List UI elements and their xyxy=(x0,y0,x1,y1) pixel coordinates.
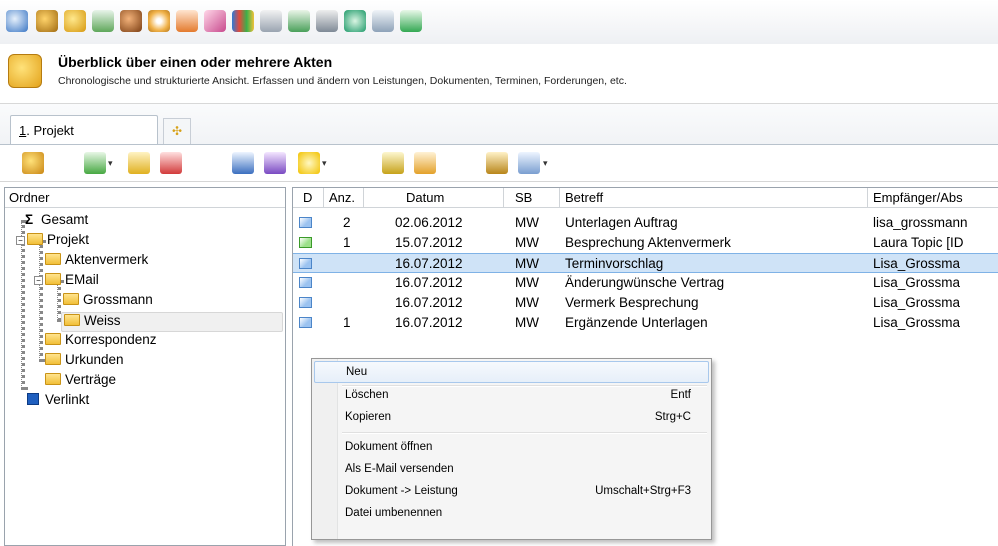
table-row-selected[interactable]: 16.07.2012 MW Terminvorschlag Lisa_Gross… xyxy=(293,253,998,273)
report-icon[interactable] xyxy=(288,10,310,32)
menu-item-dokument-oeffnen[interactable]: Dokument öffnen xyxy=(314,437,709,459)
tree-header: Ordner xyxy=(5,188,285,208)
notes-icon[interactable] xyxy=(176,10,198,32)
folder-icon xyxy=(63,293,79,305)
column-header-d[interactable]: D xyxy=(303,190,312,205)
tree-node-verlinkt[interactable]: Verlinkt xyxy=(27,392,89,412)
email-icon xyxy=(299,258,312,269)
template-icon[interactable] xyxy=(518,152,540,174)
column-header-datum[interactable]: Datum xyxy=(406,190,444,205)
users-icon[interactable] xyxy=(120,10,142,32)
table-header: D Anz. Datum SB Betreff Empfänger/Abs xyxy=(293,188,998,208)
folder-open-icon xyxy=(8,54,42,88)
finance-icon[interactable] xyxy=(204,10,226,32)
favorite-star-icon[interactable] xyxy=(298,152,320,174)
find-icon[interactable] xyxy=(232,152,254,174)
page-header: Überblick über einen oder mehrere Akten … xyxy=(0,44,998,104)
sigma-icon: Σ xyxy=(25,212,34,227)
calendar-icon[interactable] xyxy=(92,10,114,32)
text-icon[interactable] xyxy=(400,10,422,32)
tree-node-email[interactable]: − EMail xyxy=(34,272,99,292)
new-document-dropdown-icon[interactable]: ▾ xyxy=(108,158,113,169)
tree-node-aktenvermerk[interactable]: Aktenvermerk xyxy=(45,252,148,272)
chart-note-icon[interactable] xyxy=(414,152,436,174)
tools-icon[interactable] xyxy=(264,152,286,174)
folder-tree: Ordner Σ Gesamt − Projekt Aktenvermerk − EM… xyxy=(4,187,286,546)
delete-document-icon[interactable] xyxy=(160,152,182,174)
page-subtitle: Chronologische und strukturierte Ansicht… xyxy=(58,75,627,87)
template-dropdown-icon[interactable]: ▾ xyxy=(543,158,548,169)
sync-icon[interactable] xyxy=(344,10,366,32)
menu-item-dokument-leistung[interactable]: Dokument -> Leistung Umschalt+Strg+F3 xyxy=(314,481,709,503)
tree-node-grossmann[interactable]: Grossmann xyxy=(63,292,153,312)
tab-bar: 1. Projekt ✣ xyxy=(0,104,998,145)
folder-icon xyxy=(45,333,61,345)
email-icon xyxy=(299,217,312,228)
column-header-sb[interactable]: SB xyxy=(515,190,532,205)
books-icon[interactable] xyxy=(232,10,254,32)
page-title: Überblick über einen oder mehrere Akten xyxy=(58,54,333,70)
menu-item-datei-umbenennen[interactable]: Datei umbenennen xyxy=(314,503,709,525)
tab-projekt[interactable]: 1. Projekt xyxy=(10,115,158,145)
tree-node-gesamt[interactable]: Σ Gesamt xyxy=(25,212,88,232)
folder-icon xyxy=(45,373,61,385)
folder-open-icon[interactable] xyxy=(64,10,86,32)
link-icon xyxy=(27,393,39,405)
menu-item-kopieren[interactable]: Kopieren Strg+C xyxy=(314,407,709,429)
collapse-icon[interactable]: − xyxy=(34,276,43,285)
tree-node-projekt[interactable]: − Projekt xyxy=(16,232,89,252)
email-icon xyxy=(299,297,312,308)
email-icon xyxy=(299,277,312,288)
favorite-dropdown-icon[interactable]: ▾ xyxy=(322,158,327,169)
folder-open-icon xyxy=(64,314,80,326)
email-icon xyxy=(299,317,312,328)
cd-icon[interactable] xyxy=(148,10,170,32)
email-forward-icon xyxy=(299,237,312,248)
balance-icon[interactable] xyxy=(486,152,508,174)
column-header-empfaenger[interactable]: Empfänger/Abs xyxy=(873,190,963,205)
akte-icon[interactable] xyxy=(22,152,44,174)
collapse-icon[interactable]: − xyxy=(16,236,25,245)
table-row[interactable]: 16.07.2012 MW Änderungwünsche Vertrag Li… xyxy=(293,273,998,293)
add-tab-button[interactable]: ✣ xyxy=(163,118,191,145)
menu-item-loeschen[interactable]: Löschen Entf xyxy=(314,385,709,407)
table-row[interactable]: 1 16.07.2012 MW Ergänzende Unterlagen Li… xyxy=(293,313,998,333)
menu-item-email-versenden[interactable]: Als E-Mail versenden xyxy=(314,459,709,481)
folder-icon xyxy=(45,253,61,265)
document-toolbar: ▾ ▾ ▾ xyxy=(0,144,998,182)
table-row[interactable]: 16.07.2012 MW Vermerk Besprechung Lisa_G… xyxy=(293,293,998,313)
tree-node-weiss[interactable]: Weiss xyxy=(61,312,283,332)
chart-icon[interactable] xyxy=(260,10,282,32)
folder-icon xyxy=(45,353,61,365)
table-row[interactable]: 1 15.07.2012 MW Besprechung Aktenvermerk… xyxy=(293,233,998,253)
tab-label: . Projekt xyxy=(26,123,74,138)
edit-document-icon[interactable] xyxy=(128,152,150,174)
menu-item-neu[interactable]: Neu xyxy=(314,361,709,383)
calculator-icon[interactable] xyxy=(372,10,394,32)
contacts-icon[interactable] xyxy=(36,10,58,32)
folder-icon xyxy=(45,273,61,285)
court-icon[interactable] xyxy=(316,10,338,32)
table-row[interactable]: 2 02.06.2012 MW Unterlagen Auftrag lisa_… xyxy=(293,213,998,233)
note-icon[interactable] xyxy=(382,152,404,174)
column-header-anz[interactable]: Anz. xyxy=(329,190,355,205)
new-document-icon[interactable] xyxy=(84,152,106,174)
tree-node-vertraege[interactable]: Verträge xyxy=(45,372,116,392)
tree-node-urkunden[interactable]: Urkunden xyxy=(45,352,124,372)
search-icon[interactable] xyxy=(6,10,28,32)
folder-icon xyxy=(27,233,43,245)
tree-node-korrespondenz[interactable]: Korrespondenz xyxy=(45,332,157,352)
context-menu: Neu Löschen Entf Kopieren Strg+C Dokumen… xyxy=(311,358,712,540)
main-toolbar xyxy=(0,0,998,44)
column-header-betreff[interactable]: Betreff xyxy=(565,190,603,205)
